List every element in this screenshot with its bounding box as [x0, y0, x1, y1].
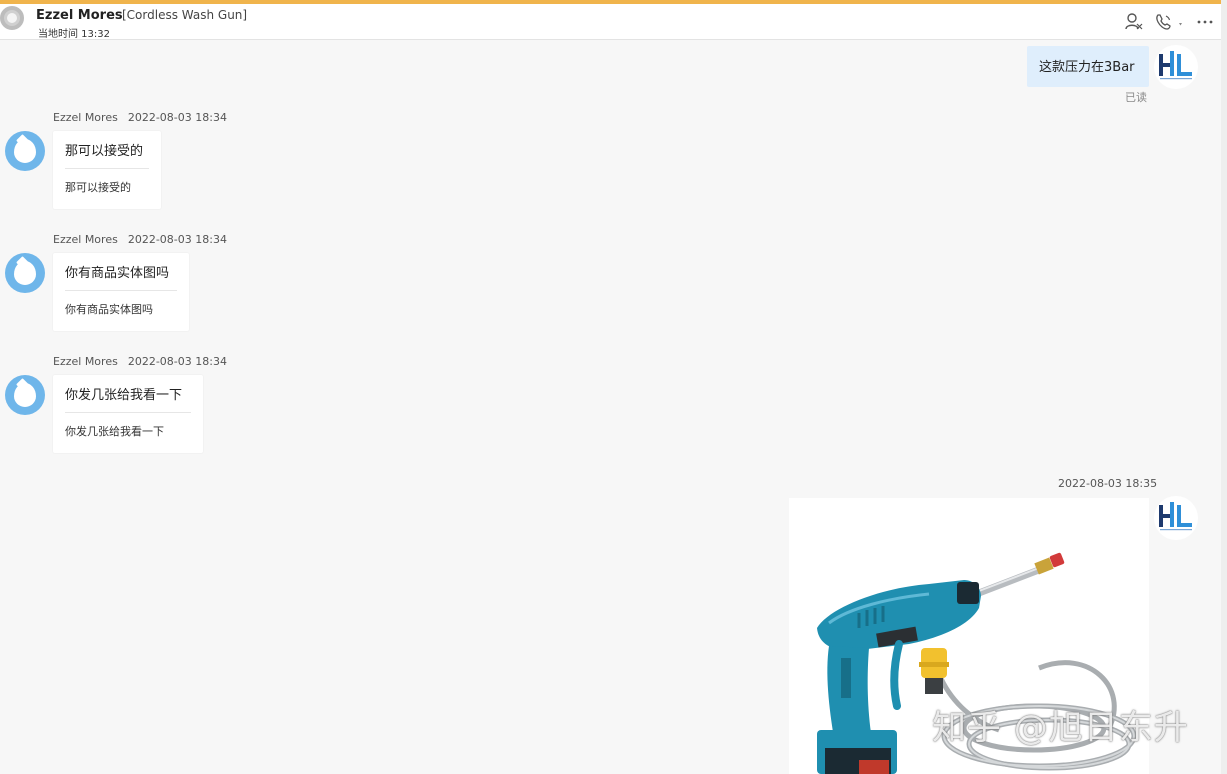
message-time: 2022-08-03 18:34	[127, 233, 227, 246]
message-meta: Ezzel Mores 2022-08-03 18:34	[53, 355, 227, 368]
phone-icon[interactable]	[1154, 12, 1186, 32]
more-icon[interactable]	[1196, 12, 1214, 32]
drop-icon	[14, 139, 36, 163]
message-time: 2022-08-03 18:34	[127, 111, 227, 124]
watermark-text: 知乎 @旭日东升	[932, 708, 1189, 748]
contact-message-avatar[interactable]	[5, 253, 45, 293]
sender-name: Ezzel Mores	[53, 111, 118, 124]
sender-name: Ezzel Mores	[53, 233, 118, 246]
local-time: 当地时间 13:32	[38, 29, 110, 40]
incoming-message-text: 那可以接受的	[65, 144, 144, 159]
drop-icon	[14, 261, 36, 285]
translated-text: 你有商品实体图吗	[65, 303, 153, 316]
sender-name: Ezzel Mores	[53, 355, 118, 368]
message-meta: Ezzel Mores 2022-08-03 18:34	[53, 233, 227, 246]
outgoing-message-text: 这款压力在3Bar	[1039, 60, 1135, 75]
incoming-message-bubble[interactable]: 你发几张给我看一下 你发几张给我看一下	[53, 375, 203, 453]
my-avatar[interactable]	[1154, 45, 1198, 89]
contact-message-avatar[interactable]	[5, 375, 45, 415]
my-avatar[interactable]	[1154, 496, 1198, 540]
message-time: 2022-08-03 18:35	[1058, 477, 1158, 490]
translated-text: 那可以接受的	[65, 181, 131, 194]
incoming-message-bubble[interactable]: 你有商品实体图吗 你有商品实体图吗	[53, 253, 189, 331]
read-status: 已读	[1125, 91, 1147, 104]
contact-name[interactable]: Ezzel Mores	[36, 8, 123, 23]
conversation-topic: [Cordless Wash Gun]	[122, 8, 248, 22]
scrollbar[interactable]	[1221, 0, 1227, 774]
hl-logo-icon	[1159, 502, 1192, 531]
incoming-message-text: 你发几张给我看一下	[65, 388, 183, 403]
message-time: 2022-08-03 18:34	[127, 355, 227, 368]
message-meta: Ezzel Mores 2022-08-03 18:34	[53, 111, 227, 124]
incoming-message-text: 你有商品实体图吗	[65, 266, 170, 281]
contact-avatar[interactable]	[0, 6, 24, 30]
chat-header: Ezzel Mores [Cordless Wash Gun] 当地时间 13:…	[0, 4, 1221, 40]
hl-logo-icon	[1159, 51, 1192, 80]
incoming-message-bubble[interactable]: 那可以接受的 那可以接受的	[53, 131, 161, 209]
contact-card-icon[interactable]	[1124, 12, 1144, 32]
drop-icon	[14, 383, 36, 407]
translated-text: 你发几张给我看一下	[65, 425, 164, 438]
outgoing-message-bubble[interactable]: 这款压力在3Bar	[1027, 46, 1149, 87]
contact-message-avatar[interactable]	[5, 131, 45, 171]
